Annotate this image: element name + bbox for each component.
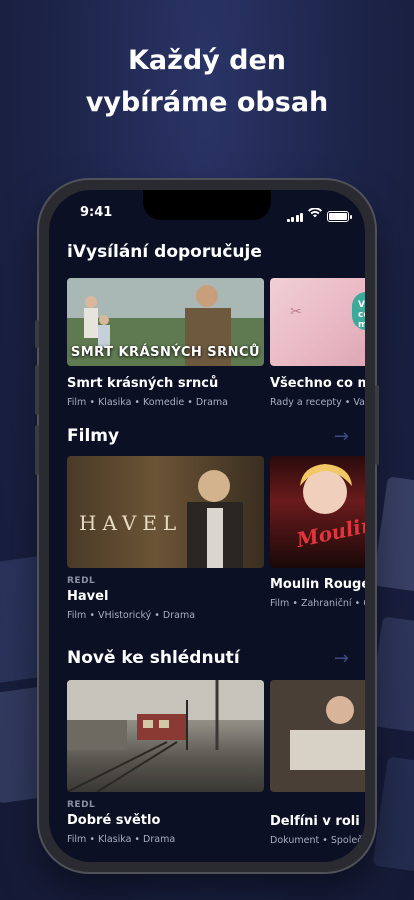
card-meta: Film • Zahraniční • C [270, 598, 365, 609]
phone-power-button [375, 385, 379, 465]
status-bar: 9:41 [49, 190, 365, 232]
film-still [270, 680, 365, 792]
carousel-new[interactable]: REDL Dobré světlo Film • Klasika • Drama… [67, 680, 365, 862]
carousel-recommended[interactable]: SMRT KRÁSNÝCH SRNCŮ Smrt krásných srnců … [67, 278, 365, 478]
headline-line-1: Každý den [127, 45, 287, 76]
film-still [300, 464, 352, 514]
card-meta: Rady a recepty • Vaře [270, 397, 365, 408]
thumbnail: ✂ VŠE co m [270, 278, 365, 366]
card-tag: REDL [67, 800, 96, 810]
section-title-recommended: iVysílání doporučuje [67, 242, 262, 262]
phone-volume-up-button [35, 365, 39, 415]
phone-frame: 9:41 iVysílání doporučuje SMRT KRÁSNÝCH … [35, 180, 379, 872]
film-still [67, 680, 264, 792]
headline: Každý den vybíráme obsah [0, 40, 414, 124]
section-title-films: Filmy [67, 426, 120, 446]
card-title: Havel [67, 589, 109, 604]
thumbnail-caption: VŠE co m [352, 292, 365, 330]
status-time: 9:41 [80, 205, 113, 220]
thumbnail-caption: HAVEL [79, 511, 183, 535]
card-delfini-v-roli[interactable]: Delfíni v roli Dokument • Společ [270, 680, 365, 846]
arrow-right-icon[interactable]: → [334, 426, 349, 447]
battery-icon [327, 211, 352, 222]
card-havel[interactable]: HAVEL REDL Havel Film • VHistorický • Dr… [67, 456, 264, 621]
card-vsechno-co-m[interactable]: ✂ VŠE co m Všechno co m Rady a recepty •… [270, 278, 365, 408]
headline-line-2: vybíráme obsah [85, 87, 329, 118]
card-smrt-krasnych-srncu[interactable]: SMRT KRÁSNÝCH SRNCŮ Smrt krásných srnců … [67, 278, 264, 408]
card-meta: Film • VHistorický • Drama [67, 610, 196, 621]
phone-screen: 9:41 iVysílání doporučuje SMRT KRÁSNÝCH … [49, 190, 365, 862]
thumbnail: SMRT KRÁSNÝCH SRNCŮ [67, 278, 264, 366]
card-moulin-rouge[interactable]: Moulin Moulin Rouge Film • Zahraniční • … [270, 456, 365, 609]
card-meta: Film • Klasika • Komedie • Drama [67, 397, 228, 408]
thumbnail [67, 680, 264, 792]
card-title: Smrt krásných srnců [67, 376, 219, 391]
arrow-right-icon[interactable]: → [334, 648, 349, 669]
thumbnail [270, 680, 365, 792]
card-meta: Film • Klasika • Drama [67, 834, 176, 845]
card-title: Všechno co m [270, 376, 365, 391]
thumbnail-caption: SMRT KRÁSNÝCH SRNCŮ [70, 345, 261, 360]
phone-volume-down-button [35, 425, 39, 475]
carousel-films[interactable]: HAVEL REDL Havel Film • VHistorický • Dr… [67, 456, 365, 656]
section-title-new: Nově ke shlédnutí [67, 648, 240, 668]
status-icons [286, 207, 352, 222]
card-tag: REDL [67, 576, 96, 586]
card-dobre-svetlo[interactable]: REDL Dobré světlo Film • Klasika • Drama [67, 680, 264, 845]
card-meta: Dokument • Společ [270, 835, 363, 846]
thumbnail: HAVEL [67, 456, 264, 568]
card-title: Delfíni v roli [270, 814, 360, 829]
thumbnail: Moulin [270, 456, 365, 568]
signal-icon [286, 212, 303, 222]
card-title: Moulin Rouge [270, 577, 365, 592]
phone-side-button [35, 320, 39, 348]
wifi-icon [308, 207, 322, 222]
scissors-icon: ✂ [290, 304, 302, 320]
card-title: Dobré světlo [67, 813, 161, 828]
